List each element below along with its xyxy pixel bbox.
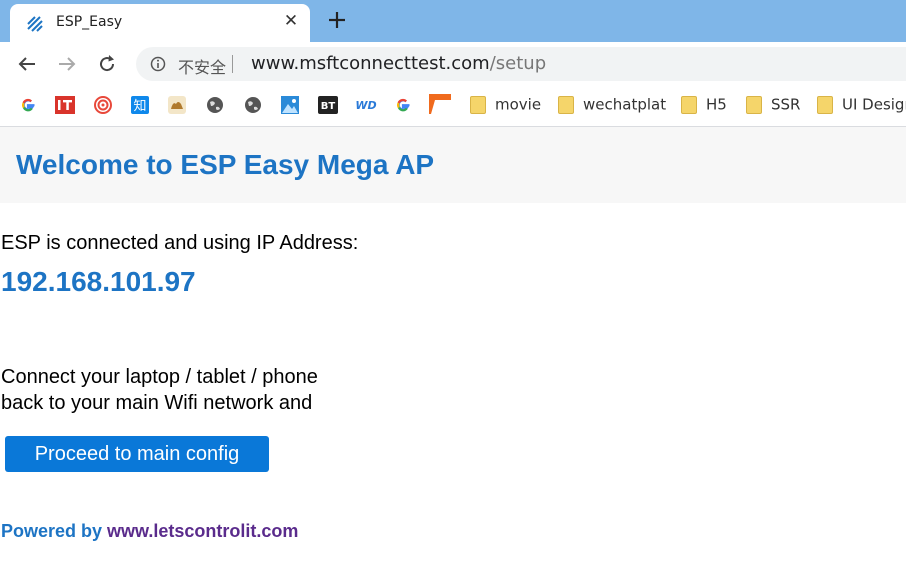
google-icon[interactable] xyxy=(394,96,412,114)
image-icon[interactable] xyxy=(281,96,299,114)
reload-button[interactable] xyxy=(95,52,119,76)
omnibox-divider xyxy=(232,55,233,73)
folder-icon xyxy=(746,95,762,114)
browser-toolbar: 不安全 www.msftconnecttest.com/setup xyxy=(0,42,906,86)
close-icon[interactable]: ✕ xyxy=(282,12,300,30)
bookmark-folder-h5[interactable]: H5 xyxy=(681,94,727,116)
it-icon[interactable] xyxy=(55,96,75,114)
folder-icon xyxy=(681,95,697,114)
forward-button[interactable] xyxy=(55,52,79,76)
letscontrolit-link[interactable]: www.letscontrolit.com xyxy=(107,521,298,541)
bookmark-folder-label: H5 xyxy=(706,95,727,114)
bookmark-folder-label: SSR xyxy=(771,95,801,114)
folder-icon xyxy=(470,95,486,114)
url-text[interactable]: www.msftconnecttest.com/setup xyxy=(251,53,546,74)
tab-title: ESP_Easy xyxy=(56,14,123,30)
ip-address: 192.168.101.97 xyxy=(1,266,196,297)
instruction-line-2: back to your main Wifi network and xyxy=(1,392,313,414)
arrow-left-icon xyxy=(18,57,35,71)
svg-text:BT: BT xyxy=(321,101,336,112)
folder-icon xyxy=(817,95,833,114)
swirl-icon[interactable] xyxy=(94,96,112,114)
bookmark-folder-ui-design[interactable]: UI Design xyxy=(817,94,906,116)
favicon-icon xyxy=(26,15,44,33)
plus-icon xyxy=(329,12,345,28)
page-header: Welcome to ESP Easy Mega AP xyxy=(0,127,906,203)
globe-icon[interactable] xyxy=(206,96,224,114)
google-icon[interactable] xyxy=(19,96,37,114)
footer: Powered by www.letscontrolit.com xyxy=(1,521,298,542)
svg-text:WD: WD xyxy=(355,99,376,112)
address-bar[interactable]: 不安全 www.msftconnecttest.com/setup xyxy=(136,47,906,81)
bookmark-folder-label: wechatplat xyxy=(583,95,667,114)
back-button[interactable] xyxy=(15,52,39,76)
instruction-line-1: Connect your laptop / tablet / phone xyxy=(1,366,318,388)
url-path: /setup xyxy=(489,53,547,74)
url-host: www.msftconnecttest.com xyxy=(251,53,490,74)
powered-by-label: Powered by xyxy=(1,521,108,541)
reload-icon xyxy=(100,55,115,72)
bookmark-folder-label: movie xyxy=(495,95,542,114)
bookmarks-bar: 知 BT WD movie wechatplat H5 SSR UI Desig xyxy=(0,86,906,127)
bt-icon[interactable]: BT xyxy=(318,96,338,114)
bookmark-folder-wechatplat[interactable]: wechatplat xyxy=(558,94,666,116)
connected-status-text: ESP is connected and using IP Address: xyxy=(1,232,359,254)
bookmark-folder-label: UI Design xyxy=(842,95,906,114)
page-title: Welcome to ESP Easy Mega AP xyxy=(16,149,435,180)
globe-icon[interactable] xyxy=(244,96,262,114)
zhihu-icon[interactable]: 知 xyxy=(131,96,149,114)
security-label[interactable]: 不安全 xyxy=(178,54,226,78)
wd-icon[interactable]: WD xyxy=(355,96,376,114)
bookmark-folder-movie[interactable]: movie xyxy=(470,94,541,116)
flag-icon[interactable] xyxy=(429,94,451,114)
arrow-right-icon xyxy=(59,57,76,71)
camel-icon[interactable] xyxy=(168,96,186,114)
proceed-to-main-config-button[interactable]: Proceed to main config xyxy=(5,436,269,472)
info-icon[interactable] xyxy=(150,56,166,72)
svg-text:知: 知 xyxy=(133,98,146,114)
new-tab-button[interactable] xyxy=(326,9,348,31)
bookmark-folder-ssr[interactable]: SSR xyxy=(746,94,800,116)
tab-strip: ESP_Easy ✕ xyxy=(0,0,906,42)
folder-icon xyxy=(558,95,574,114)
tab-esp-easy[interactable]: ESP_Easy ✕ xyxy=(10,4,310,42)
